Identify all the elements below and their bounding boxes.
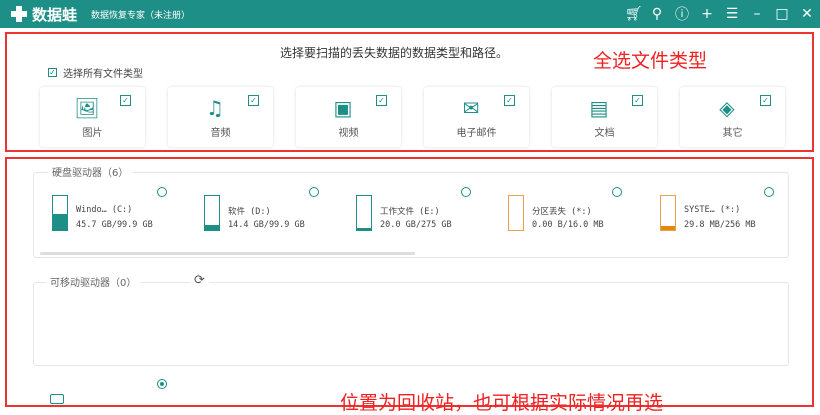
hard-drives-title: 硬盘驱动器（6）: [48, 164, 133, 179]
file-type-label: 视频: [338, 128, 359, 139]
annotation-location: 位置为回收站，也可根据实际情况再选: [340, 392, 664, 414]
add-icon[interactable]: +: [700, 6, 714, 22]
drive-d[interactable]: 软件 (D:) 14.4 GB/99.9 GB: [204, 193, 344, 233]
disk-icon: [660, 195, 676, 231]
close-icon[interactable]: ✕: [800, 6, 814, 22]
disk-icon: [356, 195, 372, 231]
drive-system[interactable]: SYSTE… (*:) 29.8 MB/256 MB: [660, 193, 800, 233]
drive-name: 软件 (D:): [228, 207, 271, 217]
app-name: 数据蛙: [32, 5, 78, 24]
other-icon: ◈: [719, 96, 735, 120]
select-all-label: 选择所有文件类型: [63, 69, 143, 80]
recycle-bin-radio[interactable]: [157, 379, 167, 389]
checkbox-icon[interactable]: ✓: [120, 95, 131, 106]
file-type-label: 文档: [594, 128, 615, 139]
drive-name: Windo… (C:): [76, 205, 133, 215]
file-type-other[interactable]: ◈ ✓ 其它: [680, 87, 785, 147]
logo-cross-icon: [10, 5, 28, 23]
minimize-icon[interactable]: –: [750, 6, 764, 22]
removable-drives-group: [33, 282, 789, 366]
checkbox-icon[interactable]: ✓: [632, 95, 643, 106]
drive-size: 29.8 MB/256 MB: [684, 220, 756, 230]
annotation-select-all: 全选文件类型: [593, 50, 708, 72]
disk-icon: [508, 195, 524, 231]
file-type-image[interactable]: 🖼︎ ✓ 图片: [40, 87, 145, 147]
video-icon: ▣: [333, 96, 353, 120]
drive-c-radio[interactable]: [157, 187, 167, 197]
checkbox-icon[interactable]: ✓: [376, 95, 387, 106]
title-bar: 数据蛙 数据恢复专家（未注册） 🛒︎ ⚲ ⓘ + ☰ – □ ✕: [0, 0, 820, 28]
drive-lost[interactable]: 分区丢失 (*:) 0.00 B/16.0 MB: [508, 193, 648, 233]
menu-icon[interactable]: ☰: [725, 6, 739, 22]
key-icon[interactable]: ⚲: [650, 6, 664, 22]
select-all-checkbox[interactable]: ✓ 选择所有文件类型: [48, 65, 143, 80]
file-type-label: 其它: [722, 128, 743, 139]
drive-e-radio[interactable]: [461, 187, 471, 197]
checkbox-icon[interactable]: ✓: [760, 95, 771, 106]
audio-icon: ♫: [206, 96, 224, 120]
file-type-video[interactable]: ▣ ✓ 视频: [296, 87, 401, 147]
app-subtitle: 数据恢复专家（未注册）: [91, 10, 191, 21]
checkbox-icon[interactable]: ✓: [504, 95, 515, 106]
drive-size: 14.4 GB/99.9 GB: [228, 220, 305, 230]
removable-drives-title: 可移动驱动器（0）: [46, 274, 141, 289]
file-type-document[interactable]: ▤ ✓ 文档: [552, 87, 657, 147]
drive-lost-radio[interactable]: [612, 187, 622, 197]
recycle-bin-icon: [50, 394, 64, 404]
disk-icon: [52, 195, 68, 231]
file-type-label: 图片: [82, 128, 103, 139]
file-type-email[interactable]: ✉ ✓ 电子邮件: [424, 87, 529, 147]
drive-size: 0.00 B/16.0 MB: [532, 220, 604, 230]
horizontal-scrollbar[interactable]: [40, 252, 415, 255]
checkbox-icon[interactable]: ✓: [248, 95, 259, 106]
drive-size: 45.7 GB/99.9 GB: [76, 220, 153, 230]
drive-d-radio[interactable]: [309, 187, 319, 197]
refresh-icon[interactable]: ⟳: [190, 273, 209, 288]
drive-e[interactable]: 工作文件 (E:) 20.0 GB/275 GB: [356, 193, 496, 233]
email-icon: ✉: [462, 96, 480, 120]
checkbox-icon[interactable]: ✓: [48, 68, 57, 77]
scan-prompt: 选择要扫描的丢失数据的数据类型和路径。: [280, 46, 509, 60]
drive-name: 分区丢失 (*:): [532, 207, 592, 217]
document-icon: ▤: [589, 96, 609, 120]
file-type-label: 电子邮件: [456, 128, 497, 139]
image-icon: 🖼︎: [74, 96, 100, 120]
disk-icon: [204, 195, 220, 231]
file-type-label: 音频: [210, 128, 231, 139]
drive-name: SYSTE… (*:): [684, 205, 741, 215]
help-icon[interactable]: ⓘ: [675, 4, 689, 24]
drive-system-radio[interactable]: [764, 187, 774, 197]
drive-name: 工作文件 (E:): [380, 207, 440, 217]
cart-icon[interactable]: 🛒︎: [625, 6, 643, 22]
drive-size: 20.0 GB/275 GB: [380, 220, 452, 230]
maximize-icon[interactable]: □: [775, 6, 789, 22]
file-type-audio[interactable]: ♫ ✓ 音频: [168, 87, 273, 147]
drive-c[interactable]: Windo… (C:) 45.7 GB/99.9 GB: [52, 193, 192, 233]
app-logo: 数据蛙: [10, 4, 77, 25]
